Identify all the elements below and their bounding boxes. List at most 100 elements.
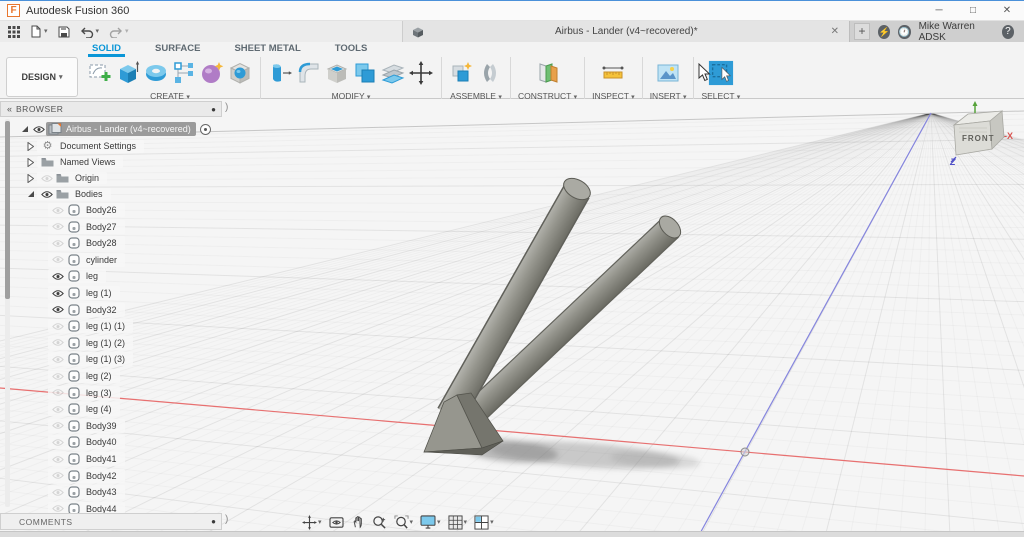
shell-button[interactable] [324, 59, 350, 87]
browser-node-named-views[interactable]: Named Views [24, 154, 124, 170]
browser-node-origin[interactable]: Origin [24, 170, 108, 186]
look-at-button[interactable] [327, 515, 346, 530]
document-tab-close-icon[interactable]: ✕ [829, 26, 841, 37]
visibility-toggle[interactable] [50, 455, 65, 464]
expanded-arrow-icon[interactable] [27, 190, 35, 198]
zoom-button[interactable] [370, 514, 389, 531]
browser-body-body32[interactable]: Body32 [48, 302, 125, 318]
panel-resize-chevron[interactable]: ) [225, 514, 228, 525]
pan-button[interactable] [349, 514, 367, 530]
browser-scrollbar-thumb[interactable] [5, 121, 10, 299]
collapsed-arrow-icon[interactable] [27, 173, 34, 183]
visibility-toggle[interactable] [50, 255, 65, 264]
tree-node-label[interactable]: Bodies [75, 189, 103, 199]
body-node-label[interactable]: leg (1) (2) [86, 338, 125, 348]
browser-node-document-settings[interactable]: ⚙ Document Settings [24, 138, 145, 154]
body-node-label[interactable]: Body42 [86, 471, 117, 481]
browser-body-cylinder[interactable]: cylinder [48, 252, 126, 268]
view-cube[interactable]: FRONT -X Z [938, 101, 1020, 185]
browser-body-leg-4-[interactable]: leg (4) [48, 401, 120, 417]
browser-body-leg-1-1-[interactable]: leg (1) (1) [48, 318, 134, 334]
visibility-toggle[interactable] [50, 388, 65, 397]
press-pull-button[interactable] [268, 59, 294, 87]
help-icon[interactable]: ? [1001, 24, 1014, 39]
orbit-button[interactable]: ▾ [300, 514, 324, 531]
browser-scrollbar[interactable] [5, 119, 10, 507]
tree-node-label[interactable]: Named Views [60, 157, 115, 167]
fit-button[interactable]: ▾ [392, 514, 416, 531]
body-node-label[interactable]: Body40 [86, 437, 117, 447]
visibility-toggle[interactable] [50, 289, 65, 298]
hole-button[interactable] [227, 59, 253, 87]
body-node-label[interactable]: leg (1) (3) [86, 354, 125, 364]
origin-point[interactable] [740, 447, 750, 457]
body-node-label[interactable]: leg (1) [86, 288, 112, 298]
visibility-toggle[interactable] [50, 322, 65, 331]
viewport-canvas[interactable]: FRONT -X Z « BROWSER ● ) Airbus - Lander… [0, 99, 1024, 537]
browser-body-body26[interactable]: Body26 [48, 202, 125, 218]
visibility-toggle[interactable] [50, 438, 65, 447]
body-node-label[interactable]: leg (2) [86, 371, 112, 381]
visibility-toggle[interactable] [50, 488, 65, 497]
panel-options-icon[interactable]: ● [211, 517, 216, 526]
browser-node-bodies[interactable]: Bodies [24, 186, 111, 202]
visibility-toggle[interactable] [50, 305, 65, 314]
root-node-label[interactable]: Airbus - Lander (v4~recovered) [66, 124, 191, 134]
browser-root-node[interactable]: Airbus - Lander (v4~recovered) [18, 121, 211, 137]
visibility-toggle[interactable] [50, 222, 65, 231]
body-node-label[interactable]: leg [86, 271, 98, 281]
revolve-button[interactable] [143, 59, 169, 87]
visibility-toggle[interactable] [50, 504, 65, 513]
construct-plane-button[interactable] [535, 59, 561, 87]
browser-body-leg-1-[interactable]: leg (1) [48, 285, 120, 301]
collapsed-arrow-icon[interactable] [27, 141, 34, 151]
job-status-icon[interactable]: 🕐 [898, 24, 911, 39]
extensions-icon[interactable]: ⚡ [878, 24, 891, 39]
browser-header[interactable]: « BROWSER ● [0, 101, 222, 117]
visibility-toggle[interactable] [50, 338, 65, 347]
visibility-toggle[interactable] [50, 471, 65, 480]
tree-node-label[interactable]: Origin [75, 173, 99, 183]
insert-canvas-button[interactable] [655, 59, 681, 87]
browser-body-leg-2-[interactable]: leg (2) [48, 368, 120, 384]
measure-button[interactable] [600, 59, 626, 87]
visibility-toggle[interactable] [50, 355, 65, 364]
body-node-label[interactable]: cylinder [86, 255, 117, 265]
create-form-button[interactable] [199, 59, 225, 87]
browser-body-body41[interactable]: Body41 [48, 451, 125, 467]
extrude-button[interactable] [115, 59, 141, 87]
visibility-toggle[interactable] [39, 190, 54, 199]
data-panel-button[interactable] [8, 25, 20, 38]
undo-button[interactable]: ▾ [80, 26, 99, 38]
combine-button[interactable] [352, 59, 378, 87]
joint-button[interactable] [477, 59, 503, 87]
tab-tools[interactable]: TOOLS [331, 42, 372, 57]
tree-node-label[interactable]: Document Settings [60, 141, 136, 151]
workspace-selector[interactable]: DESIGN ▾ [6, 57, 78, 97]
body-node-label[interactable]: Body32 [86, 305, 117, 315]
body-node-label[interactable]: Body43 [86, 487, 117, 497]
maximize-button[interactable]: □ [956, 1, 990, 20]
save-button[interactable] [58, 26, 70, 38]
tab-sheet-metal[interactable]: SHEET METAL [230, 42, 304, 57]
visibility-toggle[interactable] [50, 206, 65, 215]
user-account-button[interactable]: Mike Warren ADSK [919, 21, 994, 43]
minimize-button[interactable]: ─ [922, 1, 956, 20]
visibility-toggle[interactable] [50, 239, 65, 248]
body-node-label[interactable]: leg (4) [86, 404, 112, 414]
browser-body-body42[interactable]: Body42 [48, 468, 125, 484]
browser-body-body43[interactable]: Body43 [48, 484, 125, 500]
browser-body-leg-1-2-[interactable]: leg (1) (2) [48, 335, 134, 351]
collapse-panel-icon[interactable]: « [7, 104, 12, 114]
body-node-label[interactable]: Body27 [86, 222, 117, 232]
edit-form-button[interactable] [171, 59, 197, 87]
panel-options-icon[interactable]: ● [211, 105, 216, 114]
visibility-toggle[interactable] [50, 421, 65, 430]
browser-body-leg[interactable]: leg [48, 268, 107, 284]
panel-resize-chevron[interactable]: ) [225, 102, 228, 113]
browser-body-leg-1-3-[interactable]: leg (1) (3) [48, 351, 134, 367]
body-node-label[interactable]: leg (3) [86, 388, 112, 398]
create-sketch-button[interactable] [87, 59, 113, 87]
grid-layout-button[interactable]: ▾ [446, 514, 470, 531]
browser-body-body27[interactable]: Body27 [48, 219, 125, 235]
